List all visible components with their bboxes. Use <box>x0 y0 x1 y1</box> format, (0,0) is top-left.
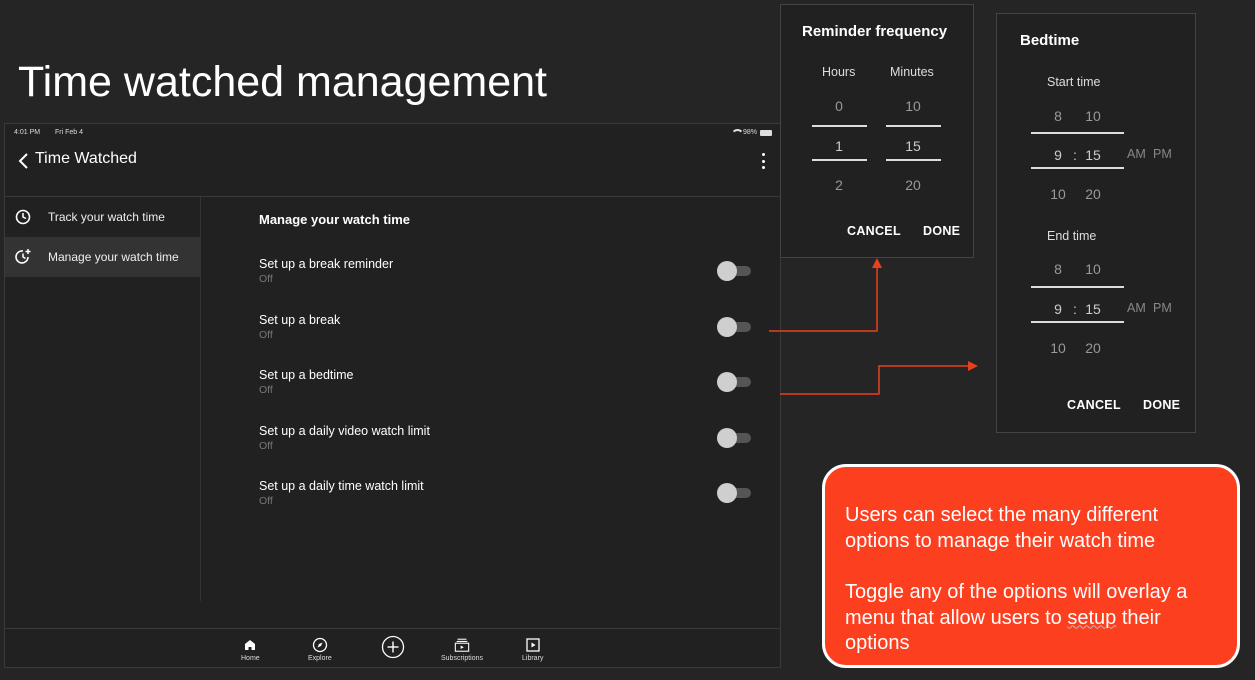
annotation-callout: Users can select the many different opti… <box>822 464 1240 668</box>
note-paragraph: Toggle any of the options will overlay a… <box>845 580 1217 657</box>
arrow-bedtime-to-dialog <box>780 361 978 395</box>
note-paragraph: Users can select the many different opti… <box>845 504 1159 552</box>
note-misspelled-word: setup <box>1067 606 1117 629</box>
arrow-break-to-reminder <box>769 258 882 332</box>
